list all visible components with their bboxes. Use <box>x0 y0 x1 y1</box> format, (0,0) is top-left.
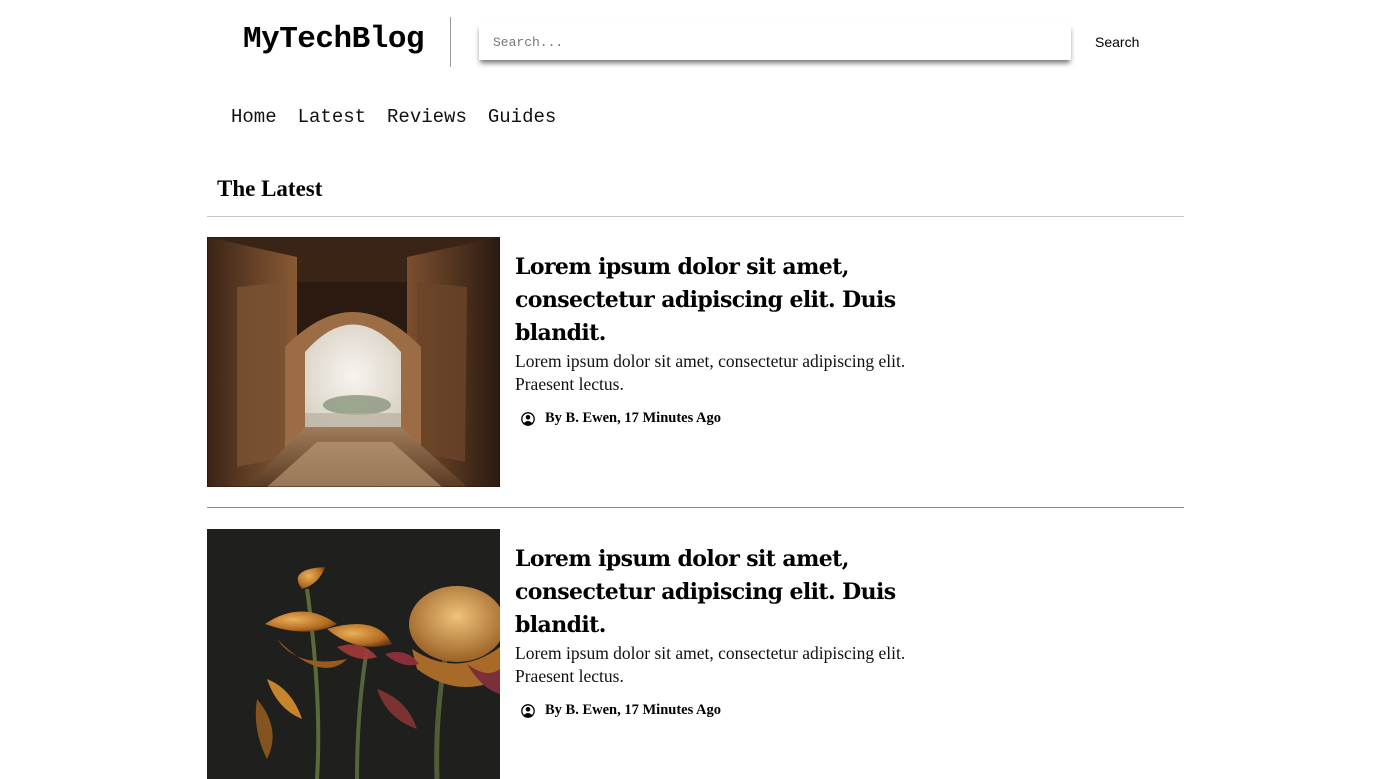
article-title[interactable]: Lorem ipsum dolor sit amet, consectetur … <box>515 543 915 642</box>
header-divider <box>450 17 451 67</box>
site-header: MyTechBlog Search <box>0 0 1388 90</box>
article-byline: By B. Ewen, 17 Minutes Ago <box>545 702 722 718</box>
nav-latest[interactable]: Latest <box>298 106 366 128</box>
user-circle-icon <box>521 703 535 718</box>
article-title[interactable]: Lorem ipsum dolor sit amet, consectetur … <box>515 251 915 350</box>
main-nav: Home Latest Reviews Guides <box>231 106 556 128</box>
section-divider <box>207 216 1184 217</box>
flowers-photo[interactable] <box>207 529 500 779</box>
nav-guides[interactable]: Guides <box>488 106 556 128</box>
nav-reviews[interactable]: Reviews <box>387 106 467 128</box>
article-byline: By B. Ewen, 17 Minutes Ago <box>545 410 722 426</box>
article-card: Lorem ipsum dolor sit amet, consectetur … <box>207 529 1184 779</box>
article-meta: By B. Ewen, 17 Minutes Ago <box>521 702 721 719</box>
user-circle-icon <box>521 411 535 426</box>
article-meta: By B. Ewen, 17 Minutes Ago <box>521 410 721 427</box>
article-card: Lorem ipsum dolor sit amet, consectetur … <box>207 237 1184 487</box>
article-excerpt: Lorem ipsum dolor sit amet, consectetur … <box>515 643 906 686</box>
section-title: The Latest <box>217 176 323 201</box>
search-button[interactable]: Search <box>1084 27 1150 57</box>
site-logo[interactable]: MyTechBlog <box>243 22 425 57</box>
article-excerpt: Lorem ipsum dolor sit amet, consectetur … <box>515 351 906 394</box>
archway-photo[interactable] <box>207 237 500 487</box>
article-divider <box>207 507 1184 508</box>
search-input[interactable] <box>479 24 1071 60</box>
nav-home[interactable]: Home <box>231 106 277 128</box>
